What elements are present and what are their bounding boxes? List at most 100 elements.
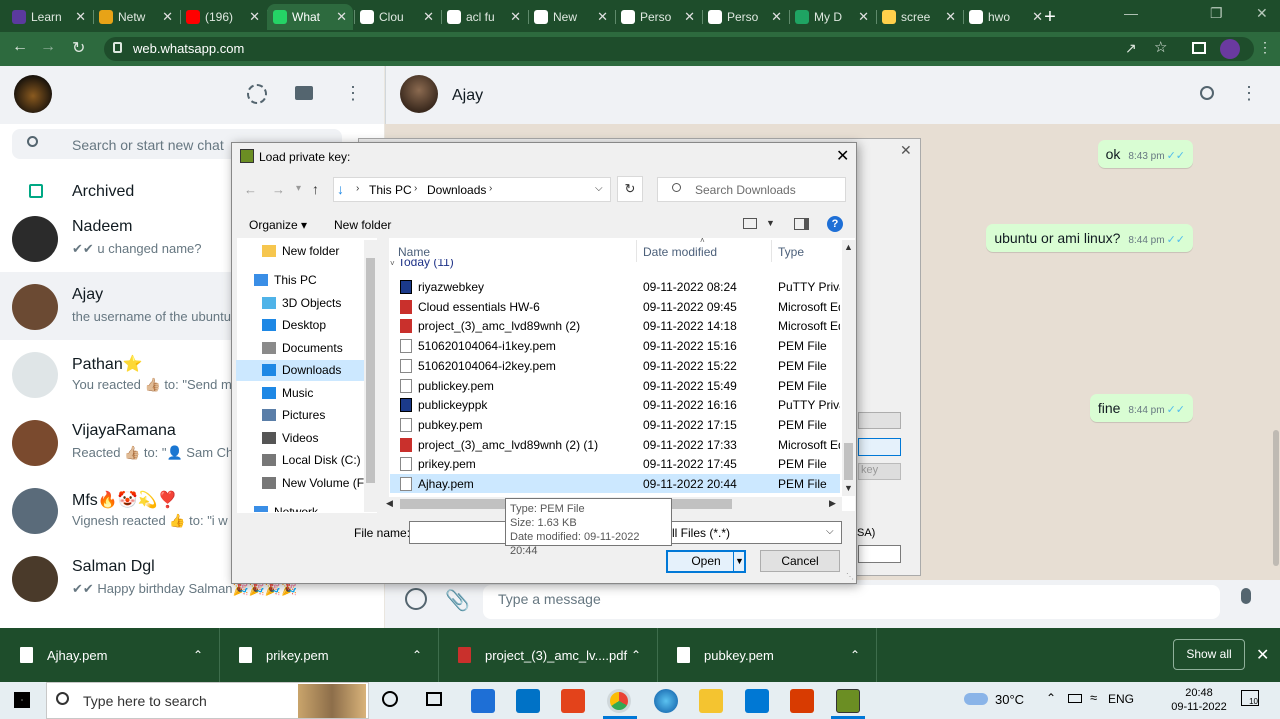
vscode-taskbar-icon[interactable] [745, 689, 769, 713]
downloads-close-icon[interactable]: ✕ [1256, 645, 1269, 665]
explorer-taskbar-icon[interactable] [699, 689, 723, 713]
browser-tab[interactable]: Learn ✕ [6, 4, 92, 30]
bg-button-2[interactable] [858, 438, 901, 456]
status-icon[interactable] [247, 84, 267, 104]
file-name[interactable]: Ajhay.pem [418, 477, 474, 491]
language-indicator[interactable]: ENG [1108, 692, 1134, 706]
tab-close-icon[interactable]: ✕ [75, 9, 86, 25]
download-options-icon[interactable]: ⌃ [193, 648, 203, 662]
search-input[interactable]: Search or start new chat [72, 137, 224, 153]
emoji-icon[interactable] [405, 588, 427, 610]
puttygen-taskbar-icon[interactable] [836, 689, 860, 713]
cortana-icon[interactable] [382, 691, 398, 707]
forward-icon[interactable]: → [40, 38, 56, 56]
bg-button-3[interactable]: key [858, 463, 901, 480]
windows-start-icon[interactable] [14, 692, 30, 708]
attach-icon[interactable]: 📎 [445, 588, 470, 613]
download-options-icon[interactable]: ⌃ [631, 648, 641, 662]
breadcrumb-downloads[interactable]: Downloads [427, 183, 486, 197]
scroll-down-icon[interactable]: ▼ [844, 483, 853, 493]
nav-item-pc[interactable]: This PC [254, 273, 374, 289]
view-dropdown-icon[interactable]: ▼ [766, 218, 775, 228]
download-item[interactable]: project_(3)_amc_lv....pdf ⌃ [438, 628, 658, 682]
bg-input[interactable] [858, 545, 901, 563]
reload-icon[interactable]: ↻ [72, 38, 85, 58]
contact-name[interactable]: Ajay [452, 87, 483, 105]
dialog-close-icon[interactable]: ✕ [836, 146, 849, 166]
file-name-input[interactable] [409, 521, 509, 544]
bookmark-star-icon[interactable]: ☆ [1154, 38, 1167, 56]
battery-icon[interactable] [1068, 694, 1082, 703]
download-options-icon[interactable]: ⌃ [412, 648, 422, 662]
back-icon[interactable]: ← [12, 38, 28, 56]
new-folder-button[interactable]: New folder [334, 218, 391, 232]
download-item[interactable]: pubkey.pem ⌃ [657, 628, 877, 682]
url-text[interactable]: web.whatsapp.com [133, 41, 244, 56]
window-close-icon[interactable]: ✕ [1256, 5, 1268, 22]
dialog-back-icon[interactable]: ← [244, 182, 257, 197]
tray-overflow-icon[interactable]: ⌃ [1046, 691, 1056, 705]
download-options-icon[interactable]: ⌃ [850, 648, 860, 662]
recent-locations-icon[interactable]: ▾ [296, 183, 301, 194]
file-type-dropdown-icon[interactable]: ⌵ [826, 526, 834, 537]
bg-window-close-icon[interactable]: ✕ [900, 142, 912, 159]
column-type[interactable]: Type [778, 245, 804, 259]
microphone-icon[interactable] [1241, 588, 1251, 604]
edge-taskbar-icon[interactable] [654, 689, 678, 713]
my-avatar[interactable] [14, 75, 52, 113]
browser-tab[interactable]: New ✕ [528, 4, 614, 30]
file-name[interactable]: project_(3)_amc_lvd89wnh (2) (1) [418, 438, 598, 452]
weather-cloud-icon[interactable] [964, 693, 988, 705]
nav-item-network[interactable]: Network [254, 505, 374, 512]
browser-tab[interactable]: What ✕ [267, 4, 353, 30]
weather-temp[interactable]: 30°C [995, 692, 1024, 707]
address-bar[interactable] [104, 37, 1254, 61]
browser-tab[interactable]: Netw ✕ [93, 4, 179, 30]
file-name[interactable]: Cloud essentials HW-6 [418, 300, 540, 314]
browser-tab[interactable]: scree ✕ [876, 4, 962, 30]
scroll-right-icon[interactable]: ▶ [829, 498, 836, 509]
scroll-left-icon[interactable]: ◀ [386, 498, 393, 509]
restore-icon[interactable]: ❐ [1210, 5, 1223, 22]
file-name[interactable]: publickeyppk [418, 398, 487, 412]
view-options-icon[interactable] [743, 218, 757, 229]
browser-tab[interactable]: Clou ✕ [354, 4, 440, 30]
lock-icon[interactable] [113, 42, 122, 53]
chat-menu-icon[interactable]: ⋮ [1240, 83, 1258, 104]
column-name[interactable]: Name [398, 245, 430, 259]
tab-close-icon[interactable]: ✕ [771, 9, 782, 25]
address-dropdown-icon[interactable]: ⌵ [595, 183, 603, 194]
cancel-button[interactable]: Cancel [760, 550, 840, 572]
column-divider[interactable] [771, 240, 772, 262]
preview-pane-icon[interactable] [794, 218, 809, 230]
taskbar-search-input[interactable]: Type here to search [83, 693, 207, 709]
tab-close-icon[interactable]: ✕ [336, 9, 347, 25]
new-tab-button[interactable]: + [1040, 6, 1060, 29]
browser-tab[interactable]: Perso ✕ [615, 4, 701, 30]
browser-tab[interactable]: (196) ✕ [180, 4, 266, 30]
column-date[interactable]: Date modified [643, 245, 717, 259]
chat-scrollbar[interactable] [1273, 430, 1279, 566]
task-view-icon[interactable] [426, 692, 442, 706]
browser-tab[interactable]: hwo ✕ [963, 4, 1049, 30]
chat-search-icon[interactable] [1200, 86, 1214, 100]
tab-close-icon[interactable]: ✕ [858, 9, 869, 25]
tab-close-icon[interactable]: ✕ [423, 9, 434, 25]
mail-taskbar-icon[interactable] [516, 689, 540, 713]
office-taskbar-icon[interactable] [561, 689, 585, 713]
tab-close-icon[interactable]: ✕ [597, 9, 608, 25]
tab-close-icon[interactable]: ✕ [684, 9, 695, 25]
new-chat-icon[interactable] [295, 86, 313, 100]
show-all-button[interactable]: Show all [1173, 639, 1245, 670]
dialog-search-input[interactable]: Search Downloads [695, 183, 796, 197]
resize-grip-icon[interactable]: ⋱ [846, 572, 854, 581]
organize-button[interactable]: Organize ▾ [249, 218, 307, 232]
store-taskbar-icon[interactable] [471, 689, 495, 713]
file-vscroll-thumb[interactable] [844, 443, 853, 480]
clock[interactable]: 20:48 09-11-2022 [1170, 686, 1228, 714]
side-panel-icon[interactable] [1192, 42, 1206, 54]
help-icon[interactable]: ? [827, 216, 843, 232]
search-highlight-image[interactable] [298, 684, 366, 718]
download-item[interactable]: prikey.pem ⌃ [219, 628, 439, 682]
download-item[interactable]: Ajhay.pem ⌃ [0, 628, 220, 682]
